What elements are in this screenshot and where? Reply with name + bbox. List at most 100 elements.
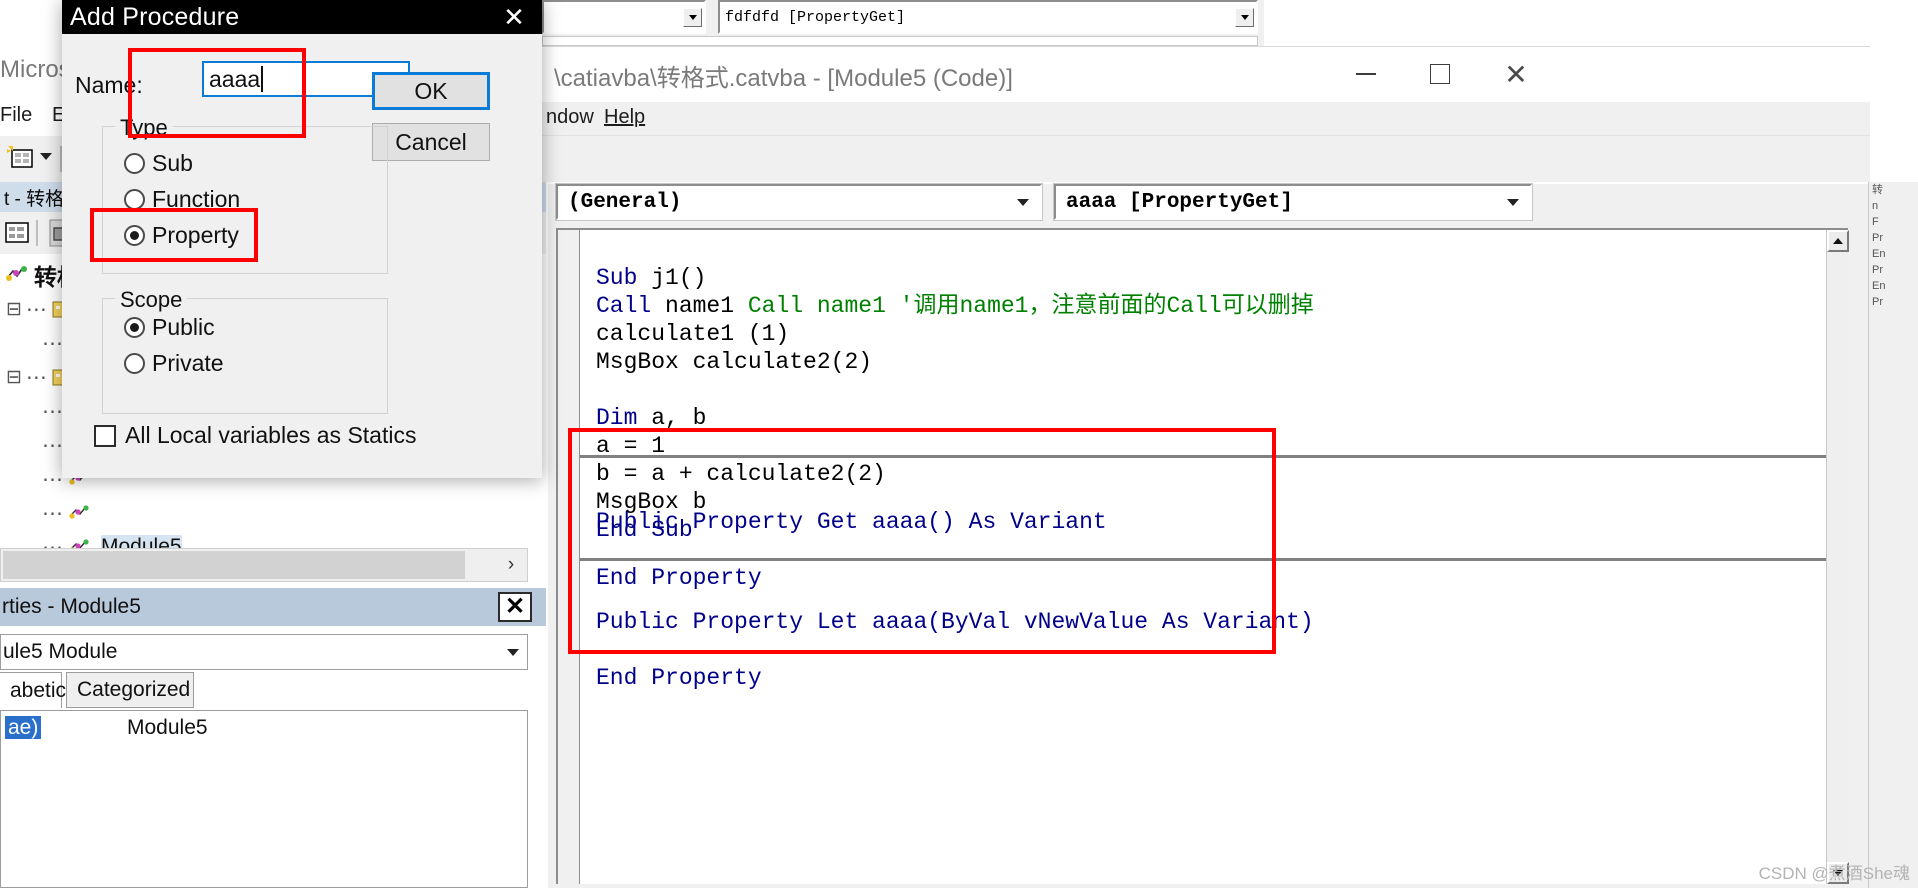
dialog-titlebar[interactable]: Add Procedure bbox=[62, 0, 542, 34]
add-procedure-dialog: Add Procedure ✕ Name: aaaa OK Cancel Typ… bbox=[62, 0, 542, 478]
procedure-separator-1 bbox=[580, 455, 1826, 458]
vba-menubar: _ □ ✕ bbox=[540, 102, 1870, 232]
window-maximize-button[interactable] bbox=[1408, 46, 1472, 102]
chevron-down-icon-bg2[interactable] bbox=[1235, 7, 1254, 27]
window-minimize-button[interactable] bbox=[1334, 46, 1398, 102]
code-editor[interactable]: Sub j1() Call name1 Call name1 '调用name1，… bbox=[556, 228, 1849, 884]
properties-object-combo[interactable]: ule5 Module bbox=[0, 634, 528, 670]
end-property-line-2: End Property bbox=[596, 665, 762, 691]
browser-address-strip: n.net/md/?articleId=1248 bbox=[1264, 0, 1918, 52]
scroll-up-button[interactable] bbox=[1827, 230, 1849, 252]
hscroll-thumb[interactable] bbox=[3, 551, 465, 579]
project-explorer-title: t - 转格 bbox=[4, 188, 65, 210]
statics-checkbox[interactable] bbox=[94, 424, 116, 447]
right-strip-icon-2[interactable]: n bbox=[1869, 198, 1918, 214]
expander-icon-2[interactable]: ⊟ bbox=[6, 366, 22, 389]
right-strip-icon-7[interactable]: En bbox=[1869, 278, 1918, 294]
tree-dots-4: ⋯ bbox=[42, 399, 63, 423]
watermark-text: CSDN @煮酒She魂 bbox=[1758, 864, 1910, 883]
properties-pane-title: rties - Module5 bbox=[2, 595, 141, 618]
tree-dots: ⋯ bbox=[25, 297, 47, 321]
property-let-line: Public Property Let aaaa(ByVal vNewValue… bbox=[596, 609, 1314, 635]
radio-function-label: Function bbox=[152, 186, 241, 212]
radio-private[interactable]: Private bbox=[124, 350, 224, 377]
code-property-let: Public Property Let aaaa(ByVal vNewValue… bbox=[596, 580, 1826, 720]
statics-checkbox-label: All Local variables as Statics bbox=[125, 422, 417, 448]
properties-close-button[interactable]: ✕ bbox=[498, 592, 532, 622]
screen-root: Microso File Ed t - 转格 bbox=[0, 0, 1918, 888]
tree-dots-3: ⋯ bbox=[25, 365, 47, 389]
tab-categorized[interactable]: Categorized bbox=[66, 672, 194, 708]
toolbar-separator-2 bbox=[36, 220, 38, 246]
menu-window[interactable]: ndow bbox=[546, 106, 594, 129]
project-icon bbox=[6, 266, 27, 281]
code-gutter bbox=[558, 230, 580, 884]
ok-button[interactable]: OK bbox=[372, 72, 490, 110]
radio-function-indicator[interactable] bbox=[124, 189, 145, 210]
code-comment: Call name1 '调用name1，注意前面的Call可以删掉 bbox=[747, 293, 1314, 319]
radio-sub[interactable]: Sub bbox=[124, 150, 193, 177]
procedure-combo[interactable]: aaaa [PropertyGet] bbox=[1053, 183, 1533, 221]
project-explorer-hscrollbar[interactable]: › bbox=[0, 548, 528, 582]
radio-property[interactable]: Property bbox=[124, 222, 239, 249]
hscroll-right-arrow[interactable]: › bbox=[497, 551, 525, 579]
expander-icon[interactable]: ⊟ bbox=[6, 298, 22, 321]
chevron-down-icon-procedure[interactable] bbox=[1500, 189, 1526, 215]
scope-group-title: Scope bbox=[115, 287, 188, 313]
property-get-line: Public Property Get aaaa() As Variant bbox=[596, 509, 1107, 535]
tree-dots-2: ⋯ bbox=[42, 331, 63, 355]
right-strip-icon-1[interactable]: 转 bbox=[1869, 182, 1918, 198]
radio-property-indicator[interactable] bbox=[124, 225, 145, 246]
radio-public-label: Public bbox=[152, 314, 215, 340]
properties-object-value: ule5 Module bbox=[3, 640, 118, 663]
radio-function[interactable]: Function bbox=[124, 186, 240, 213]
radio-private-label: Private bbox=[152, 350, 224, 376]
radio-public-indicator[interactable] bbox=[124, 317, 145, 338]
radio-property-label: Property bbox=[152, 222, 239, 248]
object-combo-value: (General) bbox=[568, 190, 682, 214]
right-strip-icon-5[interactable]: En bbox=[1869, 246, 1918, 262]
statics-checkbox-row[interactable]: All Local variables as Statics bbox=[94, 422, 416, 449]
radio-public[interactable]: Public bbox=[124, 314, 215, 341]
code-vertical-scrollbar[interactable] bbox=[1826, 230, 1849, 884]
right-strip-icon-4[interactable]: Pr bbox=[1869, 230, 1918, 246]
properties-pane-titlebar: rties - Module5 bbox=[0, 588, 546, 626]
procedure-separator-2 bbox=[580, 558, 1826, 561]
right-tool-strip: 转 n F Pr En Pr En Pr bbox=[1868, 182, 1918, 888]
background-code-area bbox=[542, 36, 1258, 46]
insert-module-icon[interactable] bbox=[6, 144, 36, 172]
cancel-button[interactable]: Cancel bbox=[372, 123, 490, 161]
right-strip-icon-3[interactable]: F bbox=[1869, 214, 1918, 230]
name-label: Name: bbox=[75, 72, 143, 98]
property-value[interactable]: Module5 bbox=[121, 716, 527, 740]
properties-tabs: abetic Categorized bbox=[0, 672, 546, 710]
radio-sub-label: Sub bbox=[152, 150, 193, 176]
procedure-combo-value: aaaa [PropertyGet] bbox=[1066, 190, 1293, 214]
text-caret bbox=[261, 66, 264, 92]
background-proc-combo[interactable]: fdfdfd [PropertyGet] bbox=[718, 0, 1258, 34]
chevron-down-icon[interactable] bbox=[40, 153, 52, 160]
background-object-combo[interactable] bbox=[542, 0, 706, 34]
view-code-icon[interactable] bbox=[2, 218, 32, 248]
chevron-down-icon-object[interactable] bbox=[1010, 189, 1036, 215]
properties-row[interactable]: ae) Module5 bbox=[1, 711, 527, 745]
property-name: ae) bbox=[1, 716, 121, 740]
right-strip-icon-8[interactable]: Pr bbox=[1869, 294, 1918, 310]
radio-private-indicator[interactable] bbox=[124, 353, 145, 374]
chevron-down-icon-props[interactable] bbox=[499, 638, 527, 666]
tree-row-module-d[interactable]: ⋯ bbox=[0, 496, 546, 530]
dialog-close-button[interactable]: ✕ bbox=[486, 0, 542, 34]
menu-help[interactable]: Help bbox=[604, 106, 645, 129]
chevron-down-icon-bg1[interactable] bbox=[683, 7, 702, 27]
dialog-body: Name: aaaa OK Cancel Type Sub Function P… bbox=[62, 34, 542, 478]
properties-grid: ae) Module5 bbox=[0, 710, 528, 888]
menu-file[interactable]: File bbox=[0, 104, 32, 127]
radio-sub-indicator[interactable] bbox=[124, 153, 145, 174]
tab-alphabetic[interactable]: abetic bbox=[0, 672, 66, 708]
dialog-title: Add Procedure bbox=[70, 2, 240, 31]
object-combo[interactable]: (General) bbox=[555, 183, 1043, 221]
tree-dots-6: ⋯ bbox=[42, 467, 63, 491]
name-input-value: aaaa bbox=[209, 65, 261, 92]
right-strip-icon-6[interactable]: Pr bbox=[1869, 262, 1918, 278]
window-close-button[interactable]: ✕ bbox=[1484, 46, 1548, 102]
